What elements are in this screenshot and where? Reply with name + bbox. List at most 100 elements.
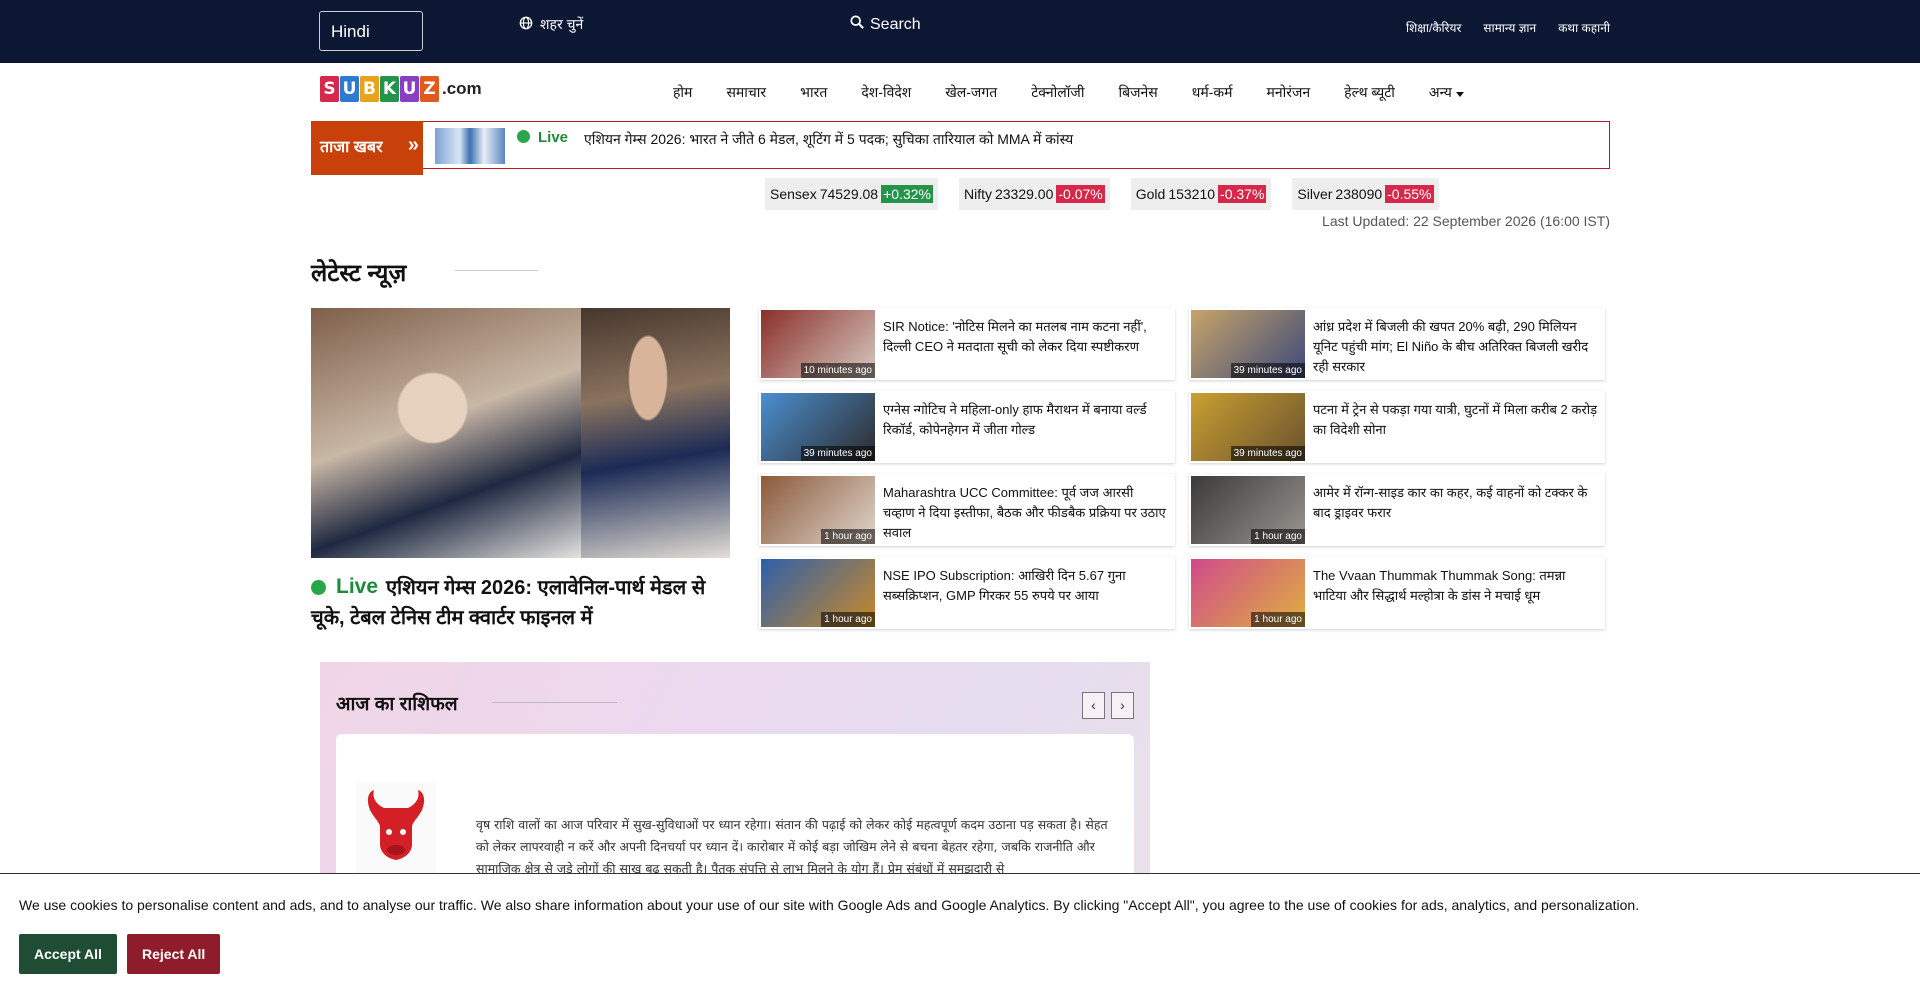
hero-photo-right <box>581 308 730 558</box>
time-ago-badge: 39 minutes ago <box>1230 446 1305 461</box>
logo-letter: S <box>320 76 339 102</box>
time-ago-badge: 1 hour ago <box>821 529 875 544</box>
nav-item[interactable]: टेक्नोलॉजी <box>1031 83 1084 102</box>
breaking-news-tag[interactable]: ताजा खबर » <box>311 121 423 175</box>
time-ago-badge: 39 minutes ago <box>800 446 875 461</box>
news-card[interactable]: 39 minutes ago एग्नेस न्गोटिच ने महिला-on… <box>759 391 1175 463</box>
news-card[interactable]: 1 hour ago The Vvaan Thummak Thummak Song… <box>1189 557 1605 629</box>
logo-letter: U <box>340 76 359 102</box>
time-ago-badge: 10 minutes ago <box>800 363 875 378</box>
chevron-right-icon: › <box>1120 697 1125 713</box>
city-label: शहर चुनें <box>540 16 584 32</box>
nav-item[interactable]: बिजनेस <box>1118 83 1157 102</box>
nav-item-more[interactable]: अन्य <box>1429 83 1464 102</box>
news-card[interactable]: 1 hour ago Maharashtra UCC Committee: पूर… <box>759 474 1175 546</box>
nav-item[interactable]: देश-विदेश <box>861 83 911 102</box>
news-card-title[interactable]: एग्नेस न्गोटिच ने महिला-only हाफ मैराथन … <box>883 400 1168 440</box>
ticker-live-label: Live <box>538 129 569 146</box>
nav-item[interactable]: मनोरंजन <box>1266 83 1310 102</box>
news-card[interactable]: 39 minutes ago आंध्र प्रदेश में बिजली की … <box>1189 308 1605 380</box>
news-card[interactable]: 1 hour ago NSE IPO Subscription: आखिरी दि… <box>759 557 1175 629</box>
caret-down-icon <box>1455 85 1464 101</box>
nav-item[interactable]: भारत <box>800 83 827 102</box>
taurus-icon <box>356 782 436 877</box>
next-button[interactable]: › <box>1111 692 1134 719</box>
logo-letter: K <box>380 76 399 102</box>
nav-item[interactable]: खेल-जगत <box>945 83 997 102</box>
news-card-thumbnail: 10 minutes ago <box>761 310 875 378</box>
market-item[interactable]: Gold 153210 -0.37% <box>1130 178 1272 210</box>
market-item[interactable]: Sensex 74529.08 +0.32% <box>765 178 938 210</box>
top-link-education[interactable]: शिक्षा/कैरियर <box>1406 19 1461 36</box>
top-link-gk[interactable]: सामान्य ज्ञान <box>1483 19 1536 36</box>
logo-letter: U <box>400 76 419 102</box>
ticker-bar[interactable]: Live एशियन गेम्स 2026: भारत ने जीते 6 मे… <box>423 121 1610 169</box>
time-ago-badge: 39 minutes ago <box>1230 363 1305 378</box>
city-selector[interactable]: शहर चुनें <box>519 15 583 34</box>
live-dot-icon <box>311 580 326 595</box>
live-dot-icon <box>517 130 530 143</box>
market-strip: Sensex 74529.08 +0.32% Nifty 23329.00 -0.07% G… <box>765 178 1439 210</box>
market-value: 153210 <box>1168 186 1216 202</box>
search-button[interactable]: Search <box>850 15 921 34</box>
hero-photo-left <box>311 308 581 558</box>
market-change: -0.07% <box>1056 185 1105 203</box>
top-link-stories[interactable]: कथा कहानी <box>1558 19 1610 36</box>
news-card[interactable]: 1 hour ago आमेर में रॉन्ग-साइड कार का कहर… <box>1189 474 1605 546</box>
market-value: 238090 <box>1335 186 1383 202</box>
nav-item[interactable]: धर्म-कर्म <box>1192 83 1233 102</box>
rashifal-title: आज का राशिफल <box>336 694 458 715</box>
logo-letter: Z <box>420 76 439 102</box>
nav-item[interactable]: हेल्थ ब्यूटी <box>1344 83 1395 102</box>
news-card-title[interactable]: Maharashtra UCC Committee: पूर्व जज आरसी… <box>883 483 1168 543</box>
news-card-title[interactable]: आमेर में रॉन्ग-साइड कार का कहर, कई वाहनो… <box>1313 483 1598 523</box>
globe-icon <box>519 16 533 33</box>
ticker-headline[interactable]: एशियन गेम्स 2026: भारत ने जीते 6 मेडल, श… <box>584 130 1073 149</box>
prev-button[interactable]: ‹ <box>1082 692 1105 719</box>
time-ago-badge: 1 hour ago <box>1251 612 1305 627</box>
news-card-thumbnail: 39 minutes ago <box>1191 310 1305 378</box>
main-nav: होम समाचार भारत देश-विदेश खेल-जगत टेक्नोलॉजी ब… <box>673 83 1498 102</box>
nav-item[interactable]: समाचार <box>726 83 766 102</box>
market-value: 23329.00 <box>994 186 1054 202</box>
news-card-thumbnail: 1 hour ago <box>761 559 875 627</box>
language-select[interactable]: Hindi <box>319 11 423 51</box>
market-name: Silver <box>1297 186 1333 202</box>
reject-all-button[interactable]: Reject All <box>127 934 221 974</box>
news-card[interactable]: 10 minutes ago SIR Notice: 'नोटिस मिलने क… <box>759 308 1175 380</box>
hero-live-label: Live <box>336 575 379 598</box>
chevron-left-icon: ‹ <box>1091 697 1096 713</box>
news-card-thumbnail: 39 minutes ago <box>761 393 875 461</box>
news-card-title[interactable]: आंध्र प्रदेश में बिजली की खपत 20% बढ़ी, … <box>1313 317 1598 377</box>
news-card[interactable]: 39 minutes ago पटना में ट्रेन से पकड़ा गय… <box>1189 391 1605 463</box>
market-value: 74529.08 <box>819 186 879 202</box>
news-card-thumbnail: 39 minutes ago <box>1191 393 1305 461</box>
market-item[interactable]: Nifty 23329.00 -0.07% <box>958 178 1110 210</box>
rashifal-text: वृष राशि वालों का आज परिवार में सुख-सुवि… <box>476 817 1108 876</box>
nav-item[interactable]: होम <box>673 83 692 102</box>
latest-news-title: लेटेस्ट न्यूज़ <box>311 260 407 287</box>
market-name: Sensex <box>770 186 817 202</box>
market-item[interactable]: Silver 238090 -0.55% <box>1292 178 1439 210</box>
ticker-thumbnail <box>435 128 505 164</box>
news-card-title[interactable]: The Vvaan Thummak Thummak Song: तमन्ना भ… <box>1313 566 1598 606</box>
news-card-thumbnail: 1 hour ago <box>1191 476 1305 544</box>
time-ago-badge: 1 hour ago <box>821 612 875 627</box>
last-updated: Last Updated: 22 September 2026 (16:00 I… <box>1322 213 1610 229</box>
market-name: Nifty <box>963 186 992 202</box>
market-name: Gold <box>1135 186 1166 202</box>
site-logo[interactable]: SUBKUZ .com <box>320 76 482 102</box>
logo-letter: B <box>360 76 379 102</box>
hero-image[interactable] <box>311 308 730 558</box>
news-card-title[interactable]: पटना में ट्रेन से पकड़ा गया यात्री, घुटन… <box>1313 400 1598 440</box>
section-divider <box>492 702 617 703</box>
news-card-thumbnail: 1 hour ago <box>761 476 875 544</box>
news-card-title[interactable]: NSE IPO Subscription: आखिरी दिन 5.67 गुन… <box>883 566 1168 606</box>
top-bar: Hindi शहर चुनें Search शिक्षा/कैरियर साम… <box>0 0 1920 63</box>
cookie-banner: We use cookies to personalise content an… <box>0 873 1920 993</box>
market-change: +0.32% <box>881 185 933 203</box>
search-icon <box>850 15 864 34</box>
news-card-thumbnail: 1 hour ago <box>1191 559 1305 627</box>
accept-all-button[interactable]: Accept All <box>19 934 117 974</box>
news-card-title[interactable]: SIR Notice: 'नोटिस मिलने का मतलब नाम कटन… <box>883 317 1168 357</box>
